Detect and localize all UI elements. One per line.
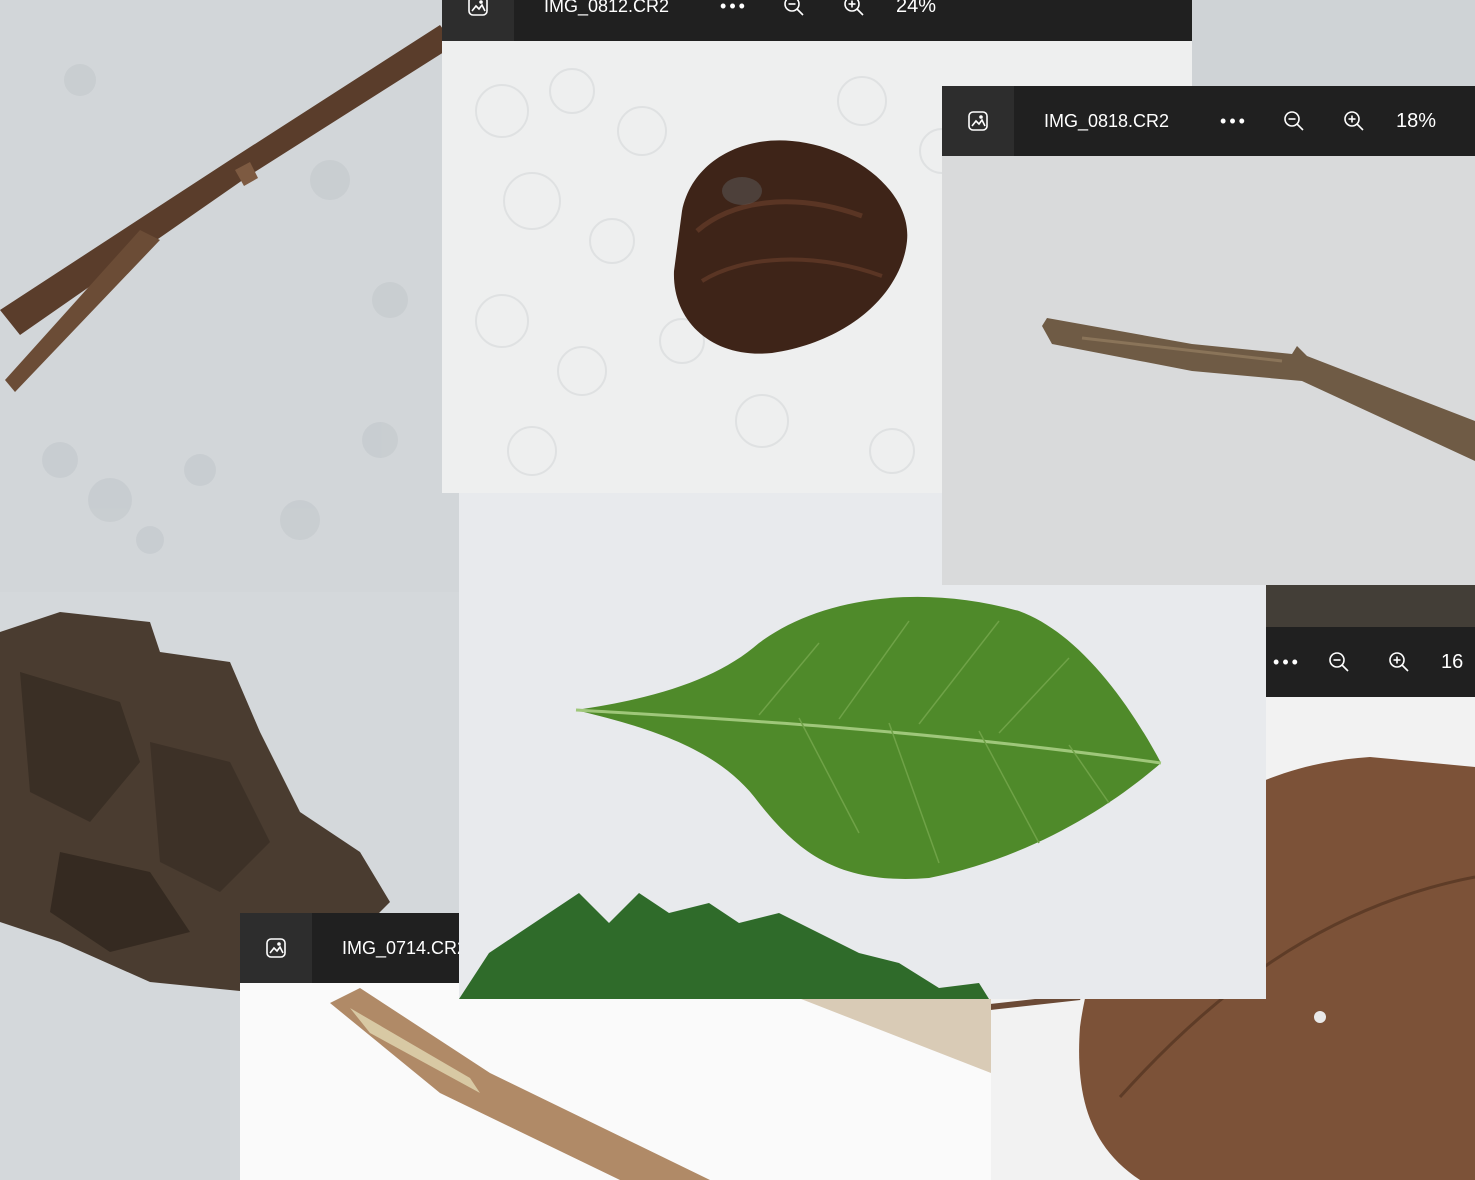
photo-thin-twig [942, 156, 1475, 585]
zoom-out-icon[interactable] [1309, 627, 1369, 697]
photos-app-icon[interactable] [240, 913, 312, 983]
photo-window-img-0818[interactable]: IMG_0818.CR2 ••• 18% [942, 86, 1475, 585]
photo-stick [240, 983, 991, 1180]
more-options-label: ••• [720, 0, 748, 16]
photos-app-icon[interactable] [942, 86, 1014, 156]
background-photo-twig [0, 0, 470, 592]
file-name: IMG_0812.CR2 [544, 0, 670, 16]
zoom-level: 16 [1441, 650, 1464, 673]
zoom-out-icon[interactable] [764, 0, 824, 41]
titlebar: ••• 16 [1265, 627, 1475, 697]
zoom-level: 24% [896, 0, 937, 17]
zoom-out-icon[interactable] [1264, 86, 1324, 156]
more-options-icon[interactable]: ••• [704, 0, 764, 41]
zoom-in-icon[interactable] [1369, 627, 1429, 697]
titlebar: IMG_0812.CR2 ••• 24% [442, 0, 1192, 41]
titlebar: IMG_0818.CR2 ••• 18% [942, 86, 1475, 156]
file-name: IMG_0818.CR2 [1044, 110, 1170, 131]
zoom-in-icon[interactable] [824, 0, 884, 41]
photo-window-right[interactable]: ••• 16 [1265, 627, 1475, 697]
zoom-level: 18% [1396, 109, 1437, 132]
photos-app-icon[interactable] [442, 0, 514, 41]
zoom-in-icon[interactable] [1324, 86, 1384, 156]
more-options-label: ••• [1220, 110, 1248, 131]
more-options-label: ••• [1273, 651, 1301, 672]
more-options-icon[interactable]: ••• [1204, 86, 1264, 156]
more-options-icon[interactable]: ••• [1265, 627, 1309, 697]
